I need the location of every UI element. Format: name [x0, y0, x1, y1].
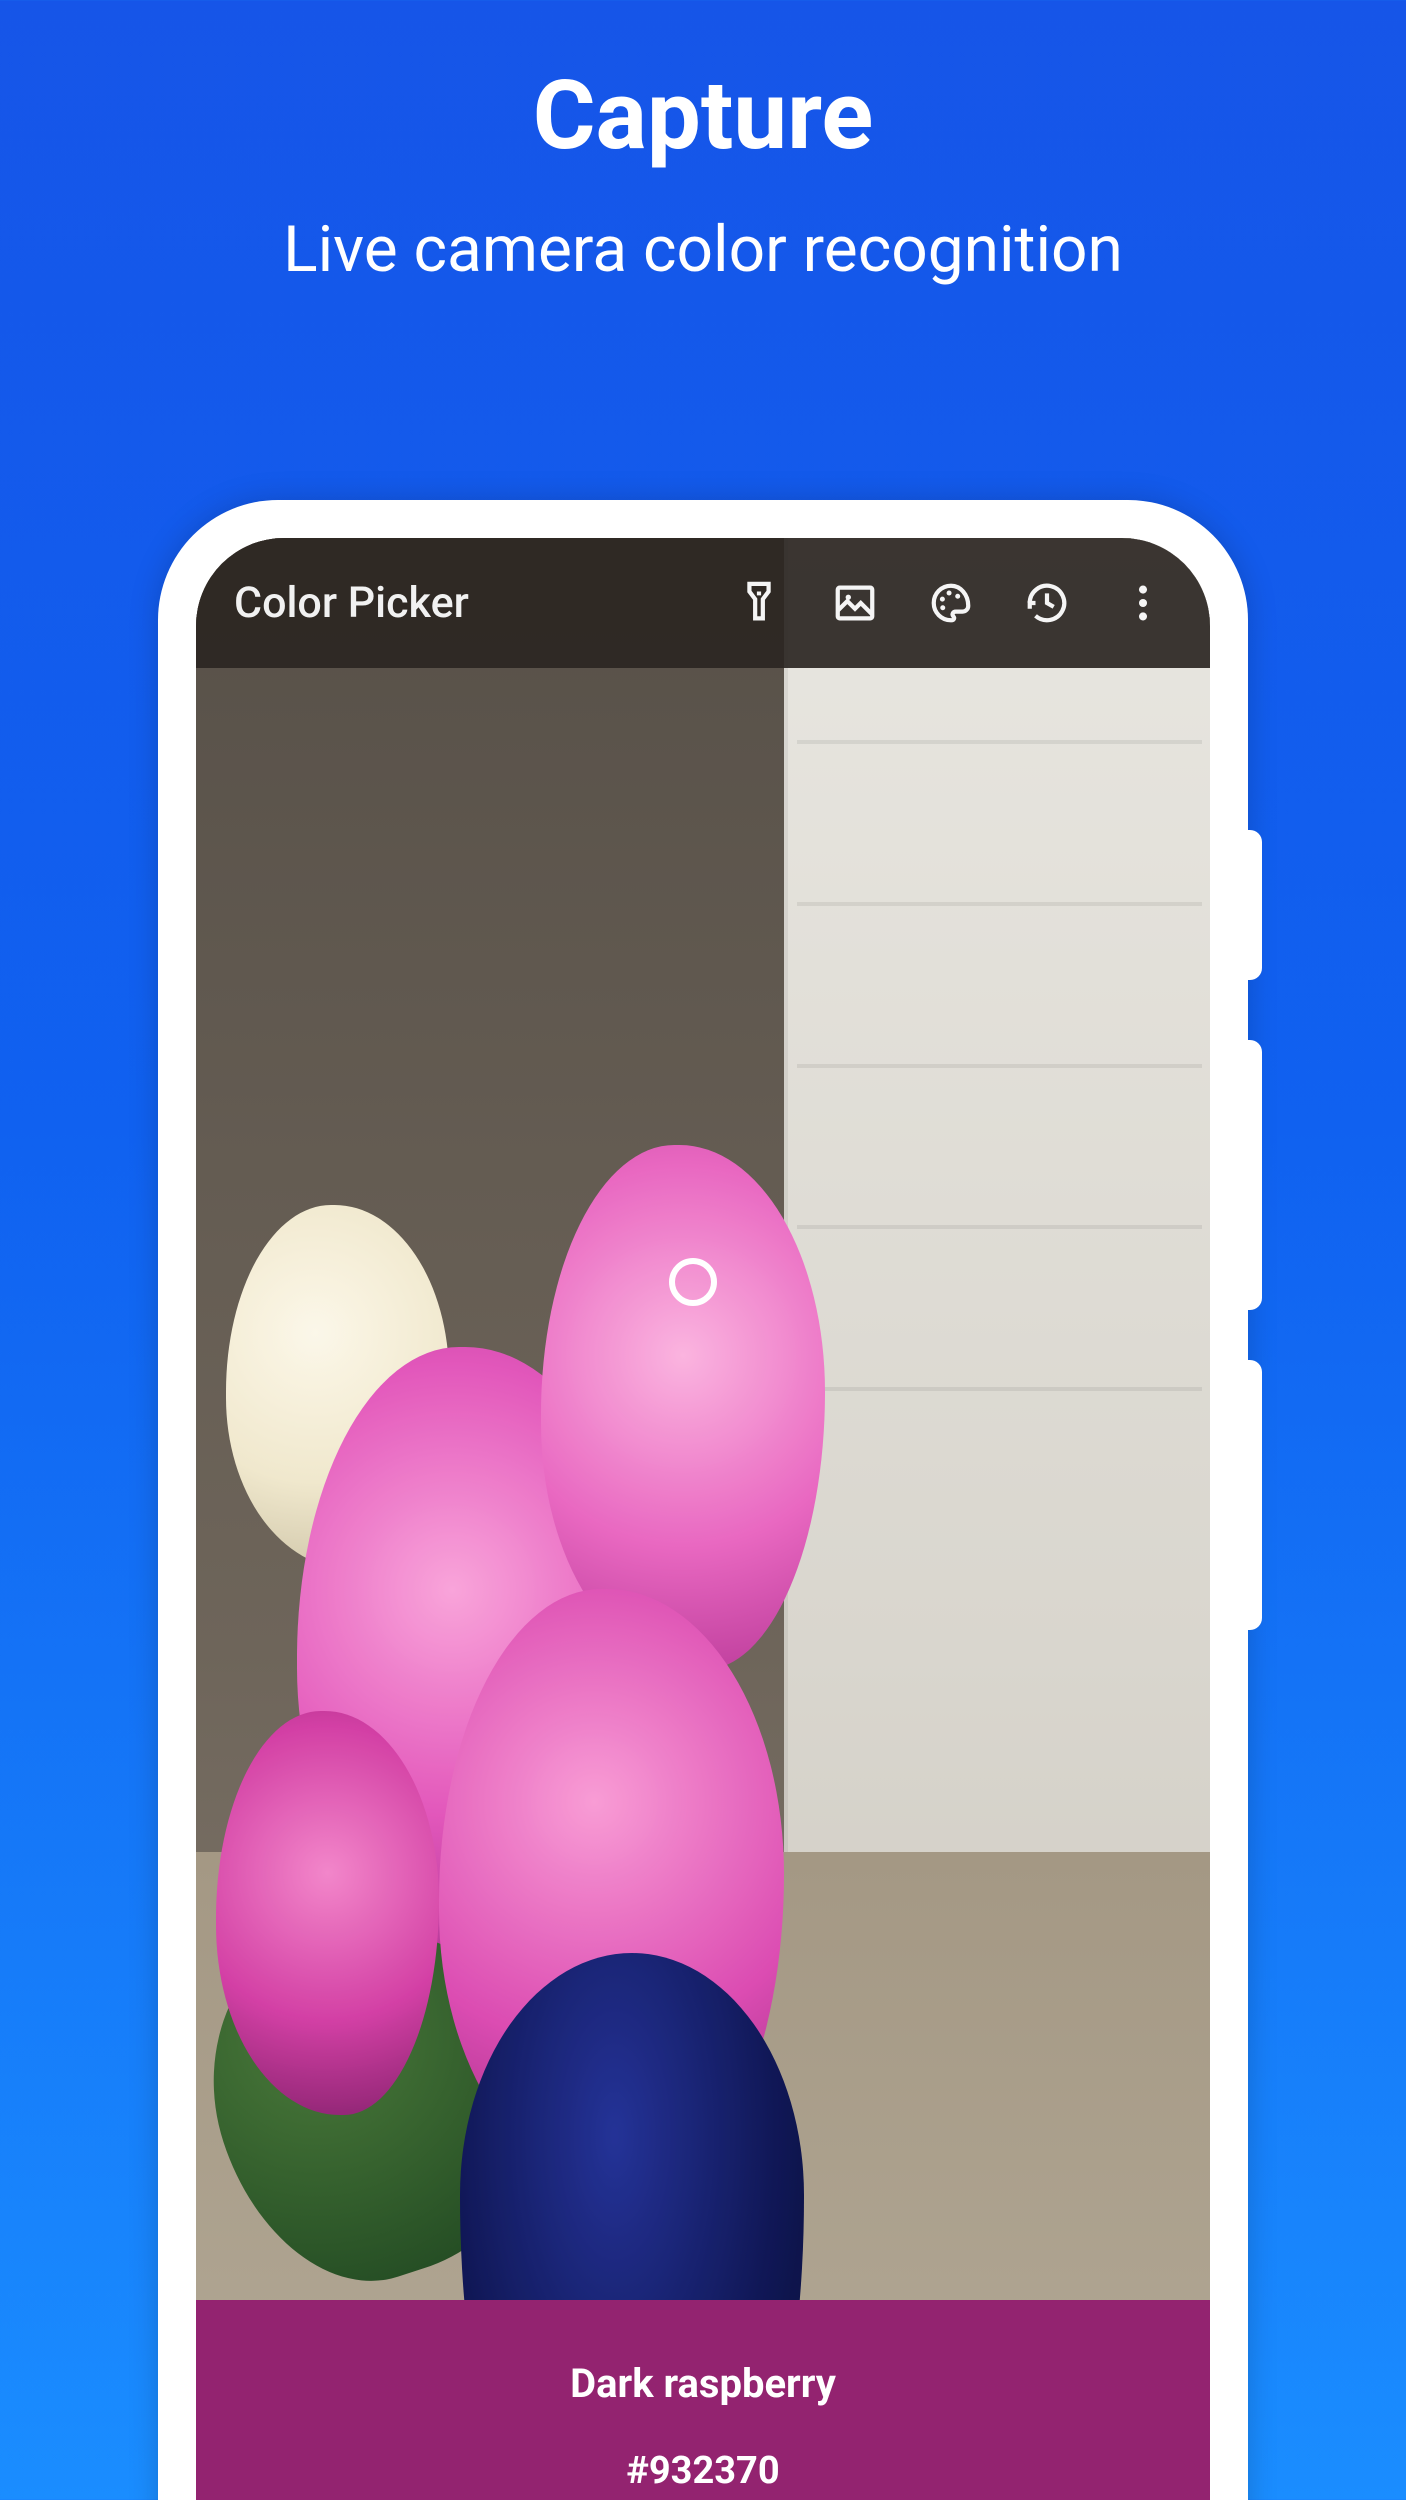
- crosshair-target[interactable]: [669, 1258, 717, 1306]
- app-title: Color Picker: [234, 578, 469, 628]
- color-name-label: Dark raspberry: [216, 2360, 1190, 2407]
- history-icon[interactable]: [1008, 564, 1086, 642]
- phone-side-button: [1248, 830, 1262, 980]
- camera-viewfinder[interactable]: [196, 538, 1210, 2500]
- more-icon[interactable]: [1104, 564, 1182, 642]
- hero-subtitle: Live camera color recognition: [0, 212, 1406, 287]
- color-result-panel[interactable]: Dark raspberry #932370: [196, 2300, 1210, 2500]
- flashlight-icon[interactable]: [720, 564, 798, 642]
- phone-side-button: [1248, 1360, 1262, 1630]
- phone-screen: Color Picker Dark raspberry #932370: [196, 538, 1210, 2500]
- phone-frame: Color Picker Dark raspberry #932370: [158, 500, 1248, 2500]
- hero-title: Capture: [0, 60, 1406, 172]
- phone-side-button: [1248, 1040, 1262, 1310]
- palette-icon[interactable]: [912, 564, 990, 642]
- app-bar: Color Picker: [196, 538, 1210, 668]
- gallery-icon[interactable]: [816, 564, 894, 642]
- color-hex-label: #932370: [216, 2449, 1190, 2493]
